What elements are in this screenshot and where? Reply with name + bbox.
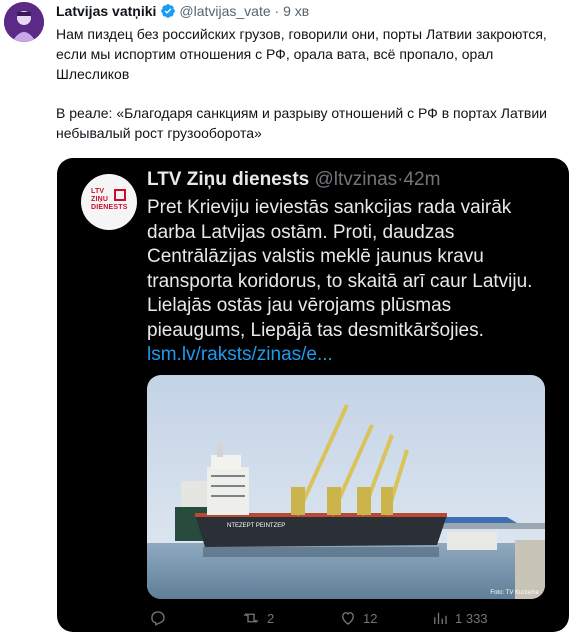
retweet-count: 2 xyxy=(267,610,275,626)
tweet-paragraph-2: В реале: «Благодаря санкциям и разрыву о… xyxy=(56,105,547,141)
tweet-time[interactable]: 9 хв xyxy=(283,3,309,19)
photo-credit: Foto: TV Kurzeme xyxy=(490,590,539,596)
separator-dot: · xyxy=(274,3,280,19)
reply-icon xyxy=(151,611,165,626)
quoted-tweet-body: Pret Krieviju ieviestās sankcijas rada v… xyxy=(147,197,533,341)
reply-action xyxy=(149,608,173,628)
author-handle[interactable]: @latvijas_vate xyxy=(179,3,270,19)
views-count: 1 333 xyxy=(455,610,488,626)
views-icon xyxy=(434,612,447,624)
views-action: 1 333 xyxy=(431,608,488,628)
ltv-logo-square-icon xyxy=(114,189,126,201)
like-action: 12 xyxy=(339,608,377,628)
quoted-author-name: LTV Ziņu dienests xyxy=(147,169,310,190)
verified-badge-icon xyxy=(160,3,176,22)
like-count: 12 xyxy=(363,610,378,626)
tweet-header: Latvijas vatņiki @latvijas_vate · 9 хв xyxy=(56,3,309,22)
quoted-tweet-time: 42m xyxy=(403,169,441,190)
port-photo: NTEZEPT PEINTZEP Foto: TV Kurzeme xyxy=(147,375,545,599)
retweet-action: 2 xyxy=(241,608,274,628)
author-avatar[interactable] xyxy=(4,2,44,42)
quoted-tweet-header: LTV Ziņu dienests @ltvzinas·42m xyxy=(147,169,440,191)
quoted-tweet-actions: 2 12 1 333 xyxy=(147,608,547,628)
retweet-icon xyxy=(243,613,259,623)
tweet-paragraph-1: Нам пиздец без российских грузов, говори… xyxy=(56,26,547,82)
ship-name-label: NTEZEPT PEINTZEP xyxy=(227,523,285,529)
ltv-avatar: LTV ZIŅU DIENESTS xyxy=(81,174,137,230)
quoted-tweet-text: Pret Krieviju ieviestās sankcijas rada v… xyxy=(147,196,547,368)
quoted-author-handle: @ltvzinas xyxy=(314,169,398,190)
quoted-tweet-image[interactable]: LTV ZIŅU DIENESTS LTV Ziņu dienests @ltvzi… xyxy=(57,158,569,632)
author-name[interactable]: Latvijas vatņiki xyxy=(56,3,156,19)
quoted-tweet-link: lsm.lv/raksts/zinas/e... xyxy=(147,344,333,365)
like-icon xyxy=(342,612,354,625)
tweet-text: Нам пиздец без российских грузов, говори… xyxy=(56,24,566,143)
